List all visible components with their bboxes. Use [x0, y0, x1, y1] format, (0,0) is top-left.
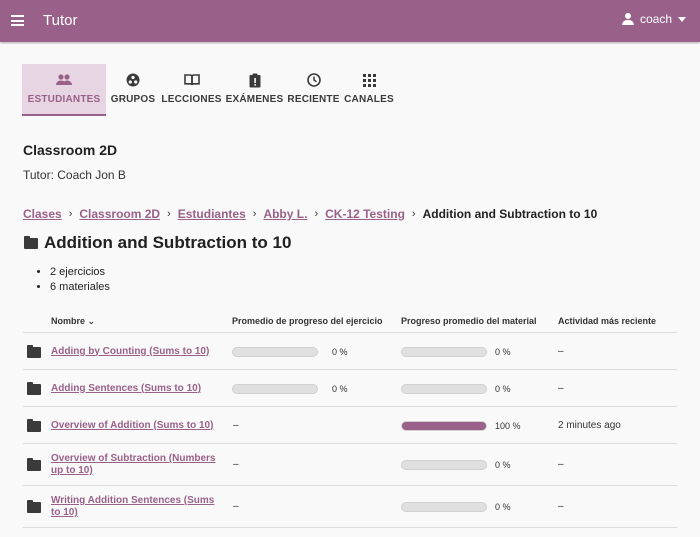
summary-materials: 6 materiales — [50, 280, 110, 295]
material-progress-label: 0 % — [495, 460, 511, 470]
app-bar: Tutor coach — [0, 0, 700, 42]
exam-icon — [247, 72, 263, 88]
folder-icon — [27, 500, 41, 513]
table-row: Adding by Counting (Sums to 10) 0 % 0 % – — [23, 333, 677, 370]
breadcrumb-current: Addition and Subtraction to 10 — [422, 207, 598, 221]
material-progress-label: 0 % — [495, 383, 511, 394]
breadcrumb-link[interactable]: CK-12 Testing — [325, 207, 405, 221]
tab-canales[interactable]: CANALES — [341, 64, 397, 116]
tab-grupos[interactable]: GRUPOS — [106, 64, 160, 116]
material-progress-header: Progreso promedio del material — [401, 316, 537, 326]
material-progress-bar — [401, 502, 487, 512]
recent-activity-header: Actividad más reciente — [558, 316, 657, 326]
topic-link[interactable]: Adding by Counting (Sums to 10) — [51, 346, 226, 358]
recent-activity: 2 minutes ago — [558, 419, 621, 431]
breadcrumb-separator: › — [167, 208, 171, 220]
tab-label: RECIENTE — [287, 94, 340, 105]
folder-icon — [24, 235, 38, 249]
folder-icon — [27, 458, 41, 471]
breadcrumb-separator: › — [68, 208, 73, 220]
exercise-progress-bar — [232, 383, 318, 394]
tab-exámenes[interactable]: EXÁMENES — [223, 64, 286, 116]
sort-chevron-icon: ⌄ — [87, 316, 96, 326]
folder-icon — [27, 344, 41, 358]
breadcrumb-link[interactable]: Clases — [23, 207, 62, 221]
tab-label: CANALES — [344, 94, 394, 105]
tab-label: EXÁMENES — [225, 94, 284, 105]
breadcrumb-link[interactable]: Classroom 2D — [79, 207, 160, 221]
groups-icon — [125, 72, 141, 88]
breadcrumb: Clases › Classroom 2D › Estudiantes › Abby L. ›… — [23, 207, 597, 221]
folder-icon — [27, 418, 41, 432]
caret-down-icon — [678, 16, 686, 22]
summary-exercises: 2 ejercicios — [50, 265, 110, 280]
exercise-progress-label: 0 % — [332, 383, 348, 394]
tab-lecciones[interactable]: LECCIONES — [160, 64, 223, 116]
material-progress-bar — [401, 420, 487, 431]
user-icon — [621, 13, 634, 25]
apps-icon — [361, 72, 377, 88]
tab-label: LECCIONES — [161, 94, 222, 105]
recent-activity: – — [558, 382, 564, 394]
breadcrumb-separator: › — [314, 208, 319, 220]
classroom-name: Classroom 2D — [23, 142, 118, 158]
table-row: Overview of Addition (Sums to 10) – 100 % 2… — [23, 407, 677, 444]
sort-by-name-header[interactable]: Nombre ⌄ — [51, 316, 95, 327]
exercise-progress-empty: – — [233, 501, 239, 512]
topic-link[interactable]: Writing Addition Sentences (Sums to 10) — [51, 495, 226, 519]
material-progress-label: 100 % — [495, 420, 521, 431]
exercise-progress-header: Promedio de progreso del ejercicio — [232, 316, 383, 326]
topic-summary: 2 ejercicios 6 materiales — [38, 265, 110, 295]
material-progress-bar — [401, 383, 487, 394]
recent-activity: – — [558, 345, 564, 357]
breadcrumb-separator: › — [252, 208, 257, 220]
table-row: Overview of Subtraction (Numbers up to 1… — [23, 444, 677, 486]
recent-activity: – — [558, 501, 564, 512]
page-title: Addition and Subtraction to 10 — [24, 233, 291, 253]
recent-activity: – — [558, 459, 564, 470]
user-menu[interactable]: coach — [621, 12, 686, 26]
breadcrumb-link[interactable]: Abby L. — [263, 207, 307, 221]
tutor-line: Tutor: Coach Jon B — [23, 168, 126, 182]
table-header: Nombre ⌄ Promedio de progreso del ejerci… — [23, 307, 677, 333]
exercise-progress-empty: – — [233, 459, 239, 470]
tab-estudiantes[interactable]: ESTUDIANTES — [22, 64, 106, 116]
exercise-progress-label: 0 % — [332, 346, 348, 357]
material-progress-label: 0 % — [495, 346, 511, 357]
menu-icon[interactable] — [11, 15, 24, 26]
progress-table: Nombre ⌄ Promedio de progreso del ejerci… — [23, 307, 677, 528]
breadcrumb-separator: › — [411, 208, 416, 220]
table-row: Writing Addition Sentences (Sums to 10) –… — [23, 486, 677, 528]
book-icon — [183, 72, 200, 88]
material-progress-label: 0 % — [495, 502, 511, 512]
tab-bar: ESTUDIANTES GRUPOS LECCIONES EXÁMENES RECIEN… — [22, 64, 397, 116]
people-icon — [56, 72, 72, 88]
table-row: Adding Sentences (Sums to 10) 0 % 0 % – — [23, 370, 677, 407]
progress-fill — [402, 421, 486, 430]
clock-icon — [306, 72, 322, 88]
table-body: Adding by Counting (Sums to 10) 0 % 0 % – Ad… — [23, 333, 677, 528]
topic-link[interactable]: Overview of Addition (Sums to 10) — [51, 420, 226, 432]
breadcrumb-link[interactable]: Estudiantes — [178, 207, 246, 221]
main-card: ESTUDIANTES GRUPOS LECCIONES EXÁMENES RECIEN… — [0, 44, 700, 537]
tab-label: GRUPOS — [110, 94, 156, 105]
topic-title: Addition and Subtraction to 10 — [44, 233, 292, 252]
topic-link[interactable]: Adding Sentences (Sums to 10) — [51, 383, 226, 395]
topic-link[interactable]: Overview of Subtraction (Numbers up to 1… — [51, 453, 226, 477]
exercise-progress-bar — [232, 346, 318, 357]
exercise-progress-empty: – — [233, 419, 239, 431]
tab-reciente[interactable]: RECIENTE — [286, 64, 341, 116]
app-title: Tutor — [43, 12, 78, 29]
material-progress-bar — [401, 346, 487, 357]
tab-label: ESTUDIANTES — [27, 94, 101, 105]
folder-icon — [27, 381, 41, 395]
material-progress-bar — [401, 460, 487, 470]
user-name: coach — [639, 12, 672, 26]
